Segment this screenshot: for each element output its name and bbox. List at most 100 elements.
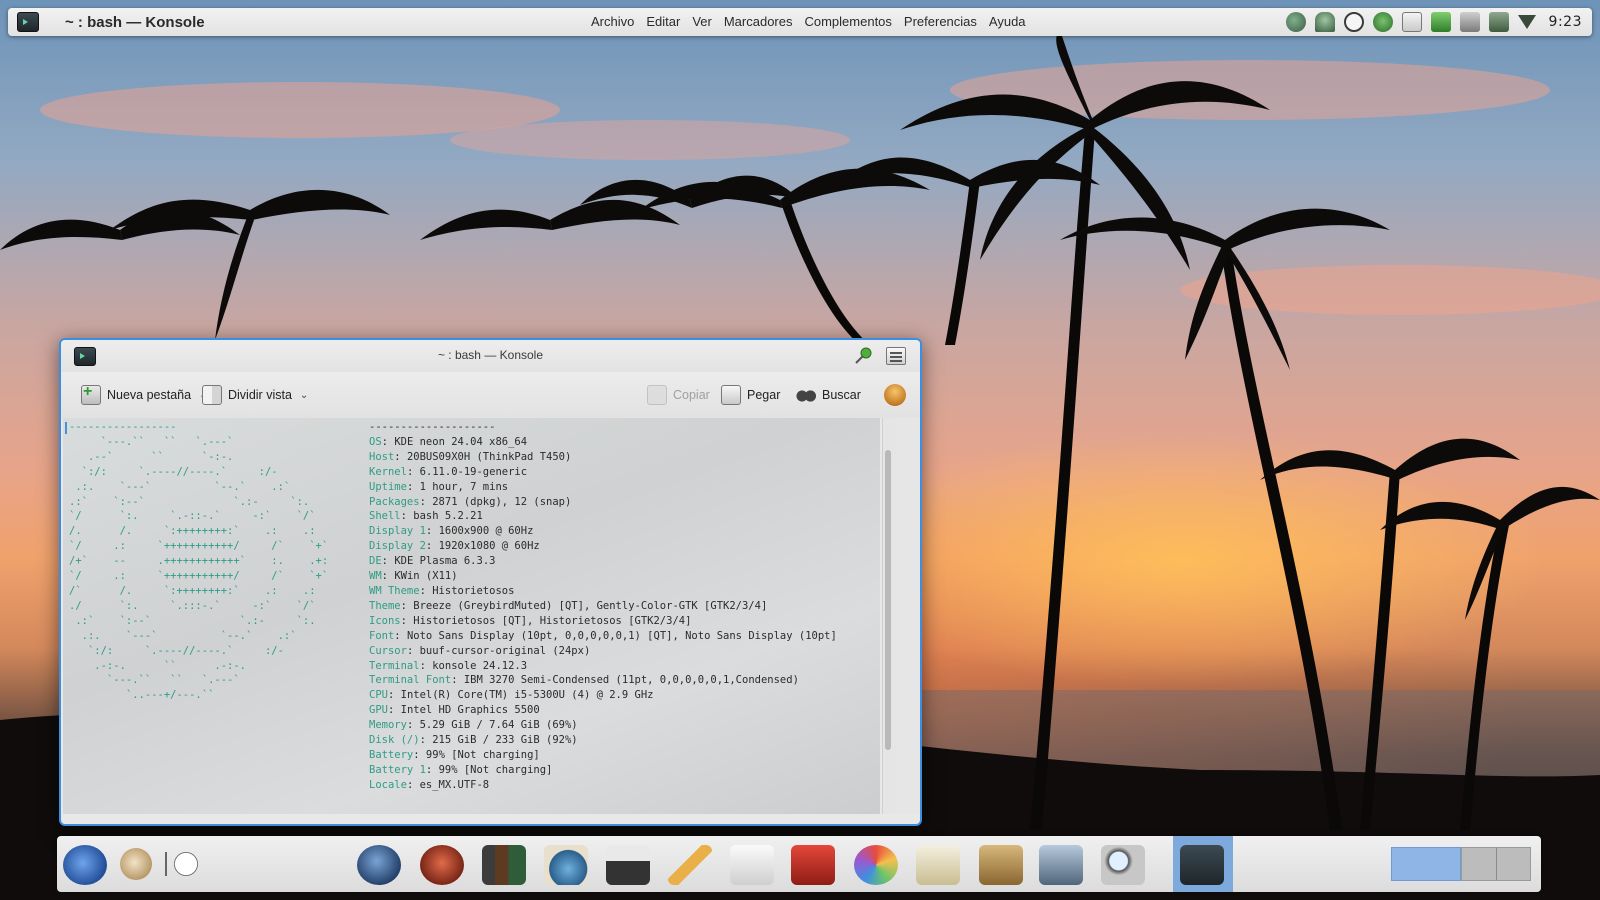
info-line: WM: KWin (X11) <box>369 570 458 583</box>
text-cursor <box>65 422 67 434</box>
books-icon[interactable] <box>482 845 526 885</box>
info-value: konsole 24.12.3 <box>432 659 528 672</box>
new-tab-button[interactable]: Nueva pestaña ⌄ <box>75 380 213 410</box>
menu-ayuda[interactable]: Ayuda <box>983 8 1032 36</box>
info-value: 1 hour, 7 mins <box>419 480 509 493</box>
notes-icon[interactable] <box>1459 12 1480 32</box>
new-tab-label: Nueva pestaña <box>107 388 192 402</box>
hamburger-menu-icon[interactable] <box>884 384 906 406</box>
info-line: Terminal Font: IBM 3270 Semi-Condensed (… <box>369 674 799 687</box>
pencil-icon[interactable] <box>668 845 712 885</box>
top-panel: ~ : bash — Konsole Archivo Editar Ver Ma… <box>8 8 1592 36</box>
info-key: CPU <box>369 689 388 702</box>
copy-label: Copiar <box>673 388 710 402</box>
info-key: Cursor <box>369 644 407 657</box>
info-value: bash 5.2.21 <box>413 510 483 523</box>
info-line: Kernel: 6.11.0-19-generic <box>369 465 528 478</box>
document-icon[interactable] <box>730 845 774 885</box>
clock[interactable]: 9:23 <box>1549 14 1582 30</box>
info-value: 2871 (dpkg), 12 (snap) <box>432 495 572 508</box>
updates-icon[interactable] <box>1285 12 1306 32</box>
split-view-button[interactable]: Dividir vista ⌄ <box>196 380 314 410</box>
circle-icon[interactable] <box>172 850 200 878</box>
window-title: ~ : bash — Konsole <box>437 348 544 362</box>
menu-editar[interactable]: Editar <box>640 8 686 36</box>
copy-button[interactable]: Copiar <box>641 380 716 410</box>
paste-button[interactable]: Pegar <box>715 380 786 410</box>
desktop-1[interactable] <box>1391 847 1461 881</box>
volume-icon[interactable] <box>1488 12 1509 32</box>
virtual-desktop-pager[interactable] <box>1391 847 1531 881</box>
global-menu: Archivo Editar Ver Marcadores Complement… <box>585 8 1032 36</box>
info-value: -------------------- <box>369 421 496 433</box>
info-value: 6.11.0-19-generic <box>419 465 528 478</box>
info-line: Locale: es_MX.UTF-8 <box>369 778 490 791</box>
info-key: Memory <box>369 719 407 732</box>
notes-pen-icon[interactable] <box>916 845 960 885</box>
scrollbar-thumb[interactable] <box>885 450 891 750</box>
info-key: Theme <box>369 599 401 612</box>
info-key: Battery 1 <box>369 763 426 776</box>
typewriter-icon[interactable] <box>606 845 650 885</box>
fastfetch-info: -------------------- OS: KDE neon 24.04 x… <box>369 420 837 793</box>
info-value: KDE Plasma 6.3.3 <box>394 555 496 568</box>
menu-complementos[interactable]: Complementos <box>798 8 897 36</box>
monitor-icon[interactable] <box>1039 845 1083 885</box>
info-line: Packages: 2871 (dpkg), 12 (snap) <box>369 495 572 508</box>
info-value: 1920x1080 @ 60Hz <box>438 540 540 553</box>
search-icon[interactable] <box>1101 845 1145 885</box>
info-line: Host: 20BUS09X0H (ThinkPad T450) <box>369 450 572 463</box>
menu-archivo[interactable]: Archivo <box>585 8 640 36</box>
color-wheel-icon[interactable] <box>854 845 898 885</box>
paste-label: Pegar <box>747 388 781 402</box>
toolbox-icon[interactable] <box>791 845 835 885</box>
cabinet-icon[interactable] <box>979 845 1023 885</box>
konsole-app-icon[interactable] <box>17 12 39 32</box>
globe-docs-icon[interactable] <box>544 845 588 885</box>
battery-icon[interactable] <box>1430 12 1451 32</box>
pin-icon[interactable] <box>854 347 872 365</box>
system-tray: 9:23 <box>1285 8 1582 36</box>
kde-launcher-icon[interactable] <box>63 845 107 885</box>
desktop-2[interactable] <box>1461 847 1531 881</box>
menu-preferencias[interactable]: Preferencias <box>898 8 983 36</box>
info-line: -------------------- <box>369 420 837 435</box>
info-key: Host <box>369 450 395 463</box>
dock-separator <box>165 852 167 876</box>
info-line: Icons: Historietosos [QT], Historietosos… <box>369 614 692 627</box>
terminal-output[interactable]: ----------------- `---.`` `` `.---` .--`… <box>63 418 880 814</box>
fox-icon[interactable] <box>420 845 464 885</box>
vpn-icon[interactable] <box>1343 12 1364 32</box>
info-value: 99% [Not charging] <box>438 763 553 776</box>
wifi-icon[interactable] <box>1517 15 1536 29</box>
window-menu-icon[interactable] <box>886 347 906 365</box>
split-view-label: Dividir vista <box>228 388 292 402</box>
info-key: Display 1 <box>369 525 426 538</box>
palette-icon[interactable] <box>120 848 152 880</box>
info-line: Uptime: 1 hour, 7 mins <box>369 480 509 493</box>
bird-icon[interactable] <box>357 845 401 885</box>
clipboard-icon[interactable] <box>1401 12 1422 32</box>
terminal-icon[interactable] <box>1180 845 1224 885</box>
info-value: Intel(R) Core(TM) i5-5300U (4) @ 2.9 GHz <box>400 689 654 702</box>
find-button[interactable]: Buscar <box>790 380 867 410</box>
find-label: Buscar <box>822 388 861 402</box>
menu-ver[interactable]: Ver <box>686 8 718 36</box>
window-titlebar[interactable]: ~ : bash — Konsole <box>61 340 920 372</box>
info-line: Font: Noto Sans Display (10pt, 0,0,0,0,0… <box>369 629 837 642</box>
bluetooth-icon[interactable] <box>1372 12 1393 32</box>
info-key: Icons <box>369 614 401 627</box>
menu-marcadores[interactable]: Marcadores <box>718 8 799 36</box>
info-line: Battery: 99% [Not charging] <box>369 748 540 761</box>
info-key: Terminal <box>369 659 420 672</box>
info-value: Historietosos [QT], Historietosos [GTK2/… <box>413 614 692 627</box>
info-value: buuf-cursor-original (24px) <box>419 644 591 657</box>
network-share-icon[interactable] <box>1314 12 1335 32</box>
info-value: 99% [Not charging] <box>425 748 540 761</box>
chevron-down-icon[interactable]: ⌄ <box>300 390 308 401</box>
binoculars-icon <box>796 385 816 405</box>
window-border-pad <box>896 418 920 814</box>
info-value: Noto Sans Display (10pt, 0,0,0,0,0,1) [Q… <box>406 629 837 642</box>
info-value: IBM 3270 Semi-Condensed (11pt, 0,0,0,0,0… <box>463 674 799 687</box>
info-value: Breeze (GreybirdMuted) [QT], Gently-Colo… <box>413 599 768 612</box>
